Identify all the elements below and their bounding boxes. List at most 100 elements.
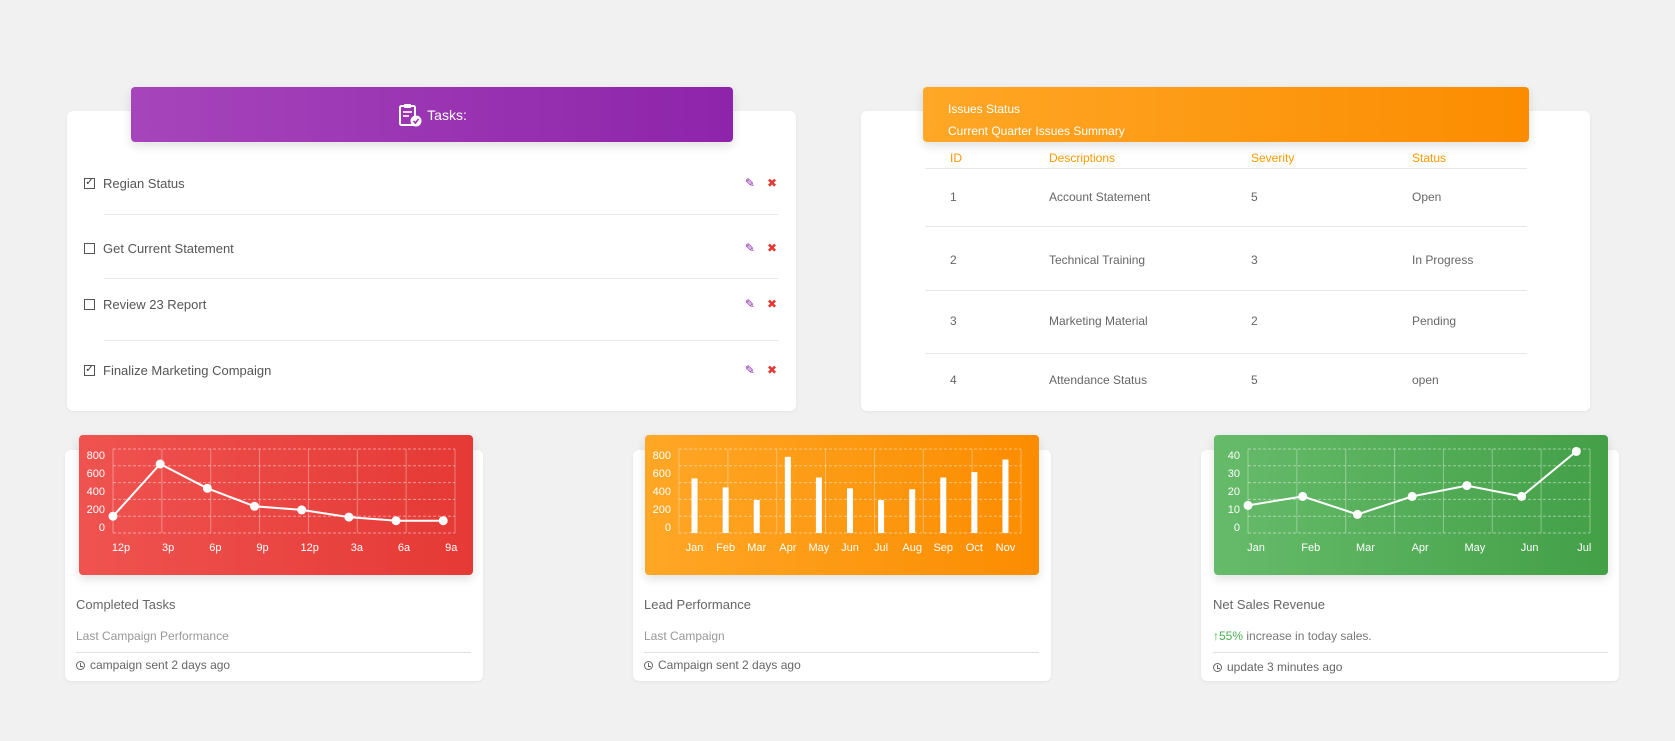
card-divider: [76, 652, 471, 653]
data-point: [1243, 500, 1253, 510]
x-tick-label: Apr: [779, 542, 796, 554]
edit-icon[interactable]: ✎: [745, 297, 755, 311]
task-label: Finalize Marketing Compaign: [103, 362, 272, 378]
column-header-descriptions: Descriptions: [1049, 151, 1116, 165]
table-divider: [925, 226, 1527, 227]
edit-icon[interactable]: ✎: [745, 241, 755, 255]
bar: [971, 472, 978, 533]
table-cell: Pending: [1412, 314, 1457, 328]
x-tick-label: Jul: [1577, 542, 1591, 554]
issues-card: [861, 111, 1590, 411]
increase-text: increase in today sales.: [1243, 629, 1372, 643]
bar: [691, 478, 698, 533]
table-cell: 2: [1251, 314, 1258, 328]
card-title: Completed Tasks: [76, 597, 176, 612]
task-checkbox[interactable]: ✓: [84, 364, 95, 376]
x-tick-label: 12p: [301, 542, 319, 554]
data-point: [391, 516, 401, 526]
task-divider: [104, 214, 778, 215]
x-tick-label: 3p: [162, 542, 174, 554]
bar: [878, 500, 885, 533]
x-tick-label: 6a: [398, 542, 411, 554]
edit-icon[interactable]: ✎: [745, 176, 755, 190]
y-tick-label: 10: [1228, 504, 1240, 516]
task-item: ✓ Finalize Marketing Compaign ✎ ✖: [84, 360, 781, 380]
column-header-id: ID: [950, 151, 962, 165]
x-tick-label: 9a: [445, 542, 458, 554]
column-header-severity: Severity: [1251, 151, 1295, 165]
task-divider: [104, 340, 778, 341]
table-divider: [925, 353, 1527, 354]
card-footer: update 3 minutes ago: [1213, 660, 1342, 674]
task-item: Get Current Statement ✎ ✖: [84, 238, 781, 258]
x-tick-label: Sep: [933, 542, 953, 554]
y-tick-label: 0: [665, 522, 671, 534]
x-tick-label: Apr: [1412, 542, 1429, 554]
issues-subtitle: Current Quarter Issues Summary: [948, 124, 1125, 138]
table-cell: In Progress: [1412, 253, 1474, 267]
data-point: [202, 483, 212, 493]
bar: [1002, 459, 1009, 533]
y-tick-label: 600: [653, 468, 671, 480]
table-cell: 3: [950, 314, 957, 328]
bar: [753, 500, 760, 533]
lead-performance-chart: 800 600 400 200 0 Jan Feb Mar Apr May Jun Jul Aug Sep…: [645, 435, 1039, 575]
delete-icon[interactable]: ✖: [767, 363, 777, 377]
y-tick-label: 800: [653, 450, 671, 462]
y-tick-label: 200: [653, 504, 671, 516]
column-header-status: Status: [1412, 151, 1447, 165]
task-checkbox[interactable]: [84, 298, 95, 310]
x-tick-label: Jan: [686, 542, 704, 554]
card-footer-text: campaign sent 2 days ago: [90, 658, 231, 672]
data-point: [1517, 491, 1527, 501]
data-point: [108, 511, 118, 521]
card-title: Net Sales Revenue: [1213, 597, 1326, 612]
x-tick-label: Jun: [1521, 542, 1539, 554]
tasks-header: Tasks:: [131, 87, 733, 142]
delete-icon[interactable]: ✖: [767, 241, 777, 255]
table-cell: 1: [950, 190, 957, 204]
x-tick-label: 12p: [112, 542, 130, 554]
clock-icon: [644, 660, 653, 670]
data-point: [1571, 446, 1581, 456]
net-sales-chart: 40 30 20 10 0 Jan Feb Mar Apr May Jun Jul: [1214, 435, 1608, 575]
table-cell: 5: [1251, 190, 1258, 204]
card-footer: campaign sent 2 days ago: [76, 658, 230, 672]
card-footer: Campaign sent 2 days ago: [644, 658, 801, 672]
table-cell: 5: [1251, 373, 1258, 387]
chart-svg: 800 600 400 200 0 Jan Feb Mar Apr May Jun Jul Aug Sep…: [653, 448, 1022, 554]
task-label: Review 23 Report: [103, 296, 207, 312]
card-title: Lead Performance: [644, 597, 751, 612]
delete-icon[interactable]: ✖: [767, 297, 777, 311]
bar: [722, 487, 729, 533]
y-tick-label: 20: [1228, 486, 1240, 498]
x-tick-label: 3a: [351, 542, 364, 554]
y-tick-label: 600: [87, 468, 105, 480]
card-subtitle: ↑55% increase in today sales.: [1213, 629, 1372, 643]
series-line: [112, 462, 444, 522]
x-tick-label: Mar: [1356, 542, 1375, 554]
chart-svg: 800 600 400 200 0 12p 3p 6p 9p 12p 3a 6a 9a: [87, 448, 458, 554]
x-tick-label: Nov: [996, 542, 1016, 554]
y-tick-label: 30: [1228, 468, 1240, 480]
task-label: Get Current Statement: [103, 240, 234, 256]
task-divider: [104, 278, 778, 279]
bar: [815, 477, 822, 533]
table-cell: 3: [1251, 253, 1258, 267]
x-tick-label: 6p: [209, 542, 221, 554]
y-tick-label: 0: [1234, 522, 1240, 534]
table-divider: [925, 168, 1527, 169]
task-item: ✓ Regian Status ✎ ✖: [84, 173, 781, 193]
task-checkbox[interactable]: ✓: [84, 177, 95, 189]
table-cell: 4: [950, 373, 957, 387]
task-checkbox[interactable]: [84, 242, 95, 254]
task-label: Regian Status: [103, 175, 185, 191]
y-tick-label: 800: [87, 450, 105, 462]
delete-icon[interactable]: ✖: [767, 176, 777, 190]
clipboard-check-icon: [399, 103, 422, 126]
x-tick-label: May: [809, 542, 830, 554]
y-tick-label: 400: [653, 486, 671, 498]
card-divider: [644, 652, 1039, 653]
data-point: [250, 501, 260, 511]
edit-icon[interactable]: ✎: [745, 363, 755, 377]
